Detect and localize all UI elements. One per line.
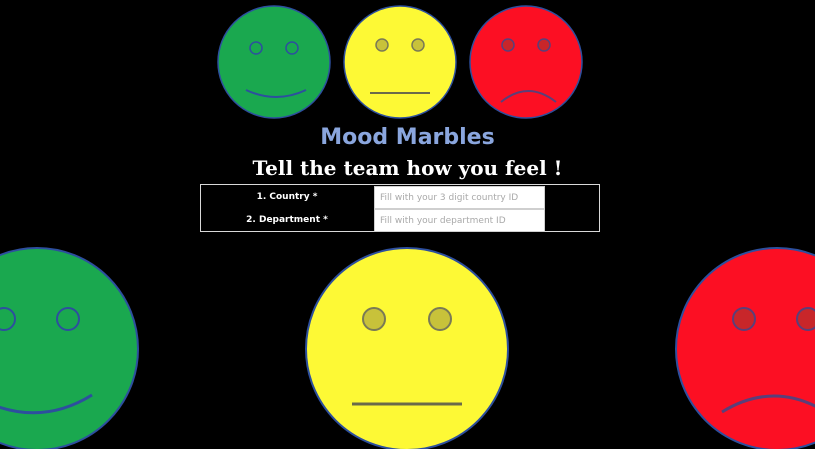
neutral-face-icon[interactable] xyxy=(342,4,458,120)
tagline: Tell the team how you feel ! xyxy=(252,156,563,180)
happy-face-icon[interactable] xyxy=(216,4,332,120)
neutral-face-icon[interactable] xyxy=(304,246,510,449)
sad-face-icon[interactable] xyxy=(468,4,584,120)
happy-face-icon[interactable] xyxy=(0,246,140,449)
department-input[interactable] xyxy=(374,209,545,232)
country-row: 1. Country * xyxy=(201,186,599,209)
app-title: Mood Marbles xyxy=(320,125,495,150)
country-label: 1. Country * xyxy=(256,192,318,202)
country-input[interactable] xyxy=(374,186,545,209)
mood-marbles-page: Mood Marbles Tell the team how you feel … xyxy=(0,0,815,449)
department-label: 2. Department * xyxy=(246,215,328,225)
feedback-form: 1. Country * 2. Department * xyxy=(200,184,600,232)
department-row: 2. Department * xyxy=(201,209,599,232)
sad-face-icon[interactable] xyxy=(674,246,815,449)
